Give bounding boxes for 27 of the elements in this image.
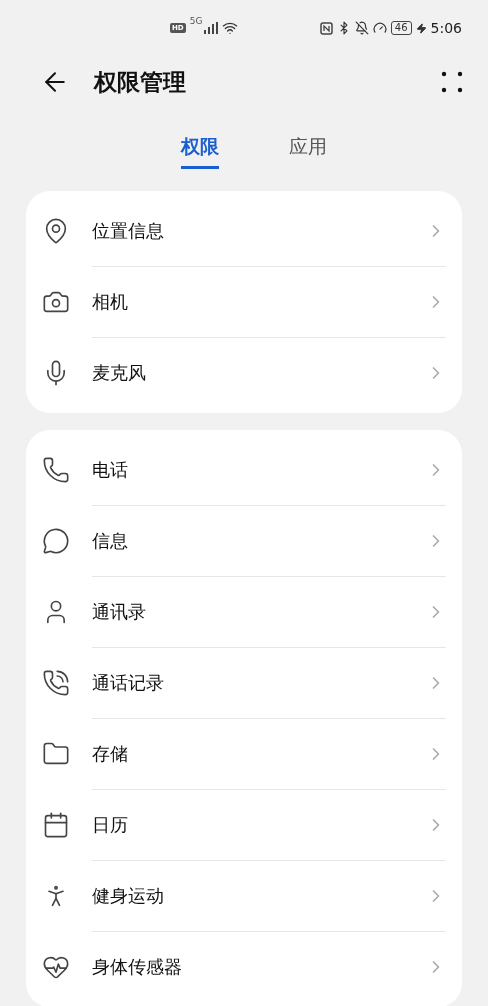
charging-icon <box>415 22 427 34</box>
permission-item[interactable]: 身体传感器 <box>92 955 426 979</box>
page-title: 权限管理 <box>94 67 187 97</box>
permission-item[interactable]: 通话记录 <box>92 671 426 695</box>
signal-icon <box>204 22 219 34</box>
more-options-icon[interactable] <box>440 70 464 94</box>
clock-time: 5:06 <box>430 20 462 36</box>
permission-item[interactable]: 日历 <box>92 813 426 837</box>
bell-off-icon <box>354 21 369 35</box>
permission-item[interactable]: 通讯录 <box>92 600 426 624</box>
permission-item[interactable]: 麦克风 <box>92 361 426 385</box>
speech-bubble-icon <box>42 526 70 555</box>
network-type: 5G <box>189 16 203 26</box>
wifi-icon <box>222 20 239 36</box>
permission-item[interactable]: 存储 <box>92 742 426 766</box>
calendar-icon <box>42 810 70 839</box>
phone-icon <box>42 455 70 484</box>
tab[interactable]: 应用 <box>289 134 327 169</box>
tab[interactable]: 权限 <box>181 134 219 169</box>
permission-item[interactable]: 位置信息 <box>92 218 426 243</box>
permission-item[interactable]: 信息 <box>92 529 426 553</box>
nfc-icon <box>319 21 333 35</box>
permission-item[interactable]: 相机 <box>92 290 426 314</box>
battery-level: 46 <box>390 21 412 35</box>
permission-item[interactable]: 健身运动 <box>92 884 426 908</box>
permission-item[interactable]: 电话 <box>92 457 426 482</box>
gauge-icon <box>372 21 387 35</box>
